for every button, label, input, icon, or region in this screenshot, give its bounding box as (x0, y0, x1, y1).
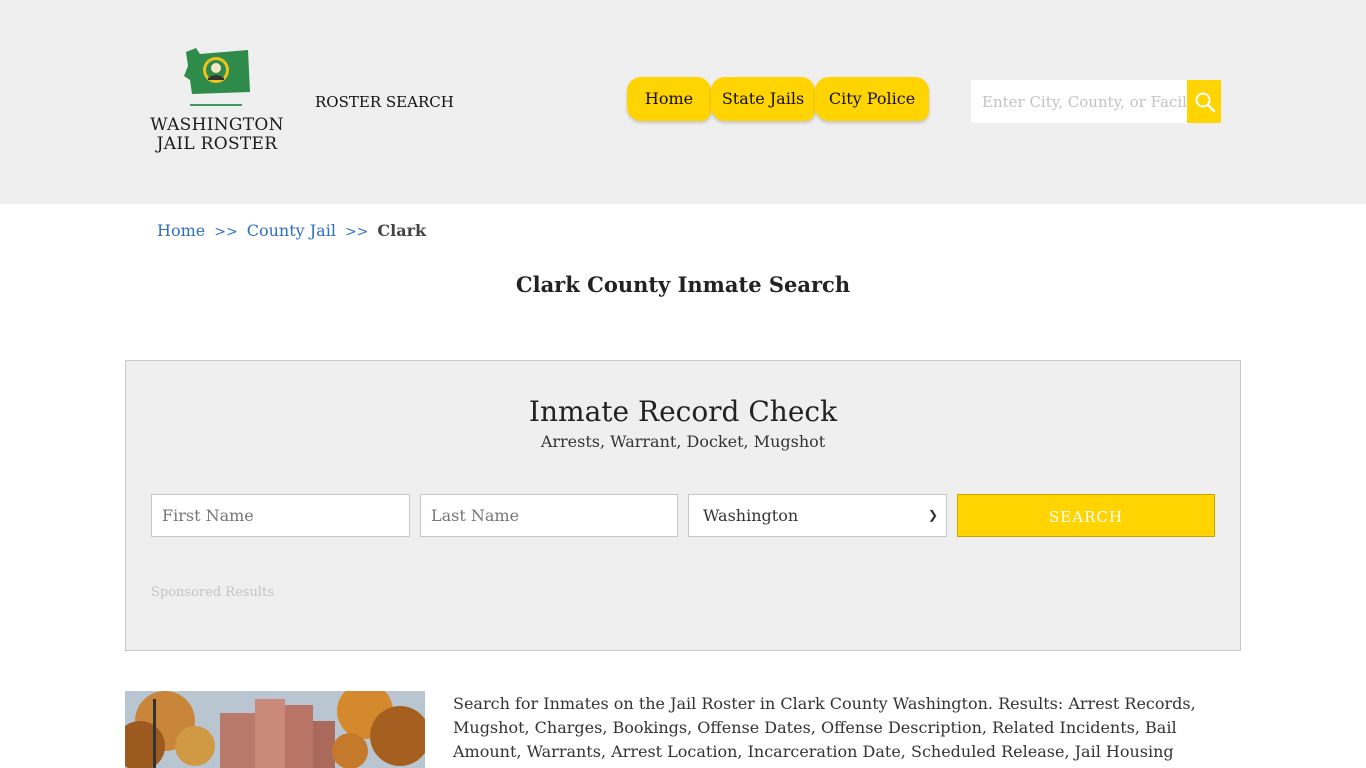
logo-wordmark: WASHINGTON JAIL ROSTER (150, 116, 284, 154)
site-header: WASHINGTON JAIL ROSTER ROSTER SEARCH Hom… (0, 0, 1366, 204)
breadcrumb-separator: >> (344, 224, 369, 240)
logo-line-1: WASHINGTON (150, 115, 284, 135)
jail-building-photo (125, 691, 425, 768)
sponsored-results-label: Sponsored Results (151, 585, 274, 600)
washington-state-map-icon (184, 48, 250, 94)
breadcrumb-county-jail[interactable]: County Jail (247, 221, 336, 240)
breadcrumb-current: Clark (377, 221, 427, 240)
site-logo[interactable]: WASHINGTON JAIL ROSTER (150, 46, 284, 158)
page-title: Clark County Inmate Search (515, 272, 851, 297)
nav-city-police[interactable]: City Police (815, 77, 929, 121)
breadcrumb: Home >> County Jail >> Clark (157, 221, 426, 240)
facility-search-button[interactable] (1187, 80, 1221, 123)
first-name-field[interactable] (151, 494, 410, 537)
facility-search-input[interactable] (971, 80, 1187, 123)
breadcrumb-separator: >> (214, 224, 238, 240)
breadcrumb-home[interactable]: Home (157, 221, 205, 240)
roster-search-link[interactable]: ROSTER SEARCH (315, 93, 454, 111)
inmate-record-check-panel: Inmate Record Check Arrests, Warrant, Do… (125, 360, 1241, 651)
nav-state-jails[interactable]: State Jails (711, 77, 815, 121)
jail-building-image (125, 691, 425, 768)
last-name-field[interactable] (420, 494, 678, 537)
nav-home[interactable]: Home (627, 77, 711, 121)
state-select-value: Washington (703, 506, 799, 525)
search-icon (1195, 92, 1216, 113)
record-check-title: Inmate Record Check (528, 395, 838, 428)
facility-search (971, 80, 1221, 123)
search-button[interactable]: SEARCH (957, 494, 1215, 537)
logo-line-2: JAIL ROSTER (156, 134, 278, 154)
state-select[interactable]: Washington ❯ (688, 494, 947, 537)
record-check-subtitle: Arrests, Warrant, Docket, Mugshot (540, 432, 826, 451)
description-text: Search for Inmates on the Jail Roster in… (453, 694, 1196, 768)
chevron-down-icon: ❯ (927, 508, 938, 522)
logo-divider (190, 104, 242, 106)
